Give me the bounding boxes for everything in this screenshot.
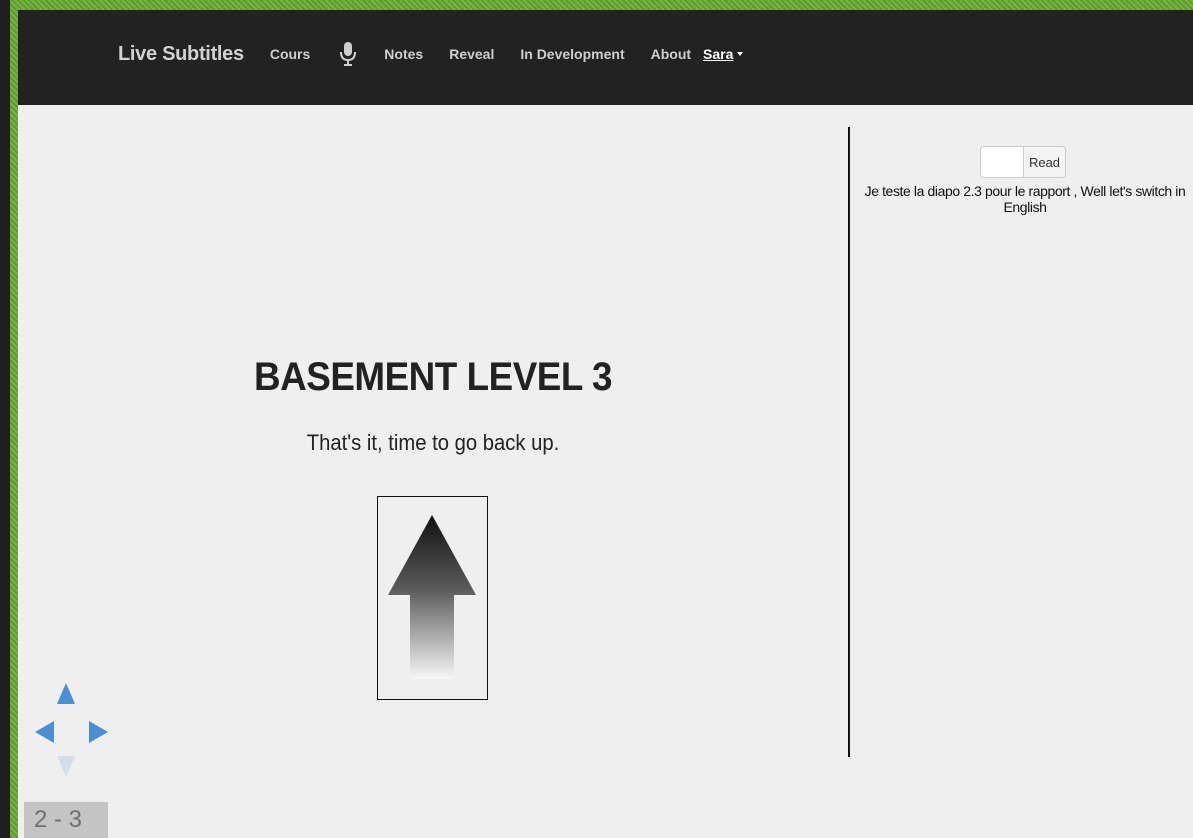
slide-panel: BASEMENT LEVEL 3 That's it, time to go b… (18, 105, 848, 838)
caret-down-icon (737, 52, 744, 56)
slide-subtitle: That's it, time to go back up. (306, 430, 560, 455)
up-arrow-icon (377, 496, 488, 700)
slide-controls (35, 683, 108, 777)
arrow-up-icon[interactable] (57, 683, 75, 704)
slide-number: 2 - 3 (24, 802, 108, 838)
subtitles-panel: Read Je teste la diapo 2.3 pour le rappo… (850, 105, 1193, 838)
arrow-right-icon[interactable] (89, 721, 108, 743)
left-edge-strip (0, 0, 10, 838)
nav-item-in-development[interactable]: In Development (520, 46, 624, 62)
user-name: Sara (703, 46, 734, 62)
user-menu[interactable]: Sara (703, 46, 744, 62)
microphone-icon[interactable] (336, 41, 360, 67)
subtitle-text: Je teste la diapo 2.3 pour le rapport , … (864, 183, 1186, 215)
brand-link[interactable]: Live Subtitles (118, 43, 244, 66)
read-input-group: Read (980, 146, 1066, 178)
arrow-left-icon[interactable] (35, 721, 54, 743)
nav-item-notes[interactable]: Notes (384, 46, 423, 62)
read-button[interactable]: Read (1023, 146, 1066, 178)
nav-item-about[interactable]: About (651, 46, 691, 62)
navbar: Live Subtitles Cours Notes Reveal In Dev… (18, 10, 1193, 105)
main-content: BASEMENT LEVEL 3 That's it, time to go b… (18, 105, 1193, 838)
slide-title: BASEMENT LEVEL 3 (254, 355, 612, 399)
nav-item-reveal[interactable]: Reveal (449, 46, 494, 62)
nav-bar-items: Live Subtitles Cours Notes Reveal In Dev… (118, 41, 744, 67)
read-input[interactable] (980, 146, 1023, 178)
arrow-down-icon[interactable] (57, 756, 75, 777)
nav-item-cours[interactable]: Cours (270, 46, 310, 62)
